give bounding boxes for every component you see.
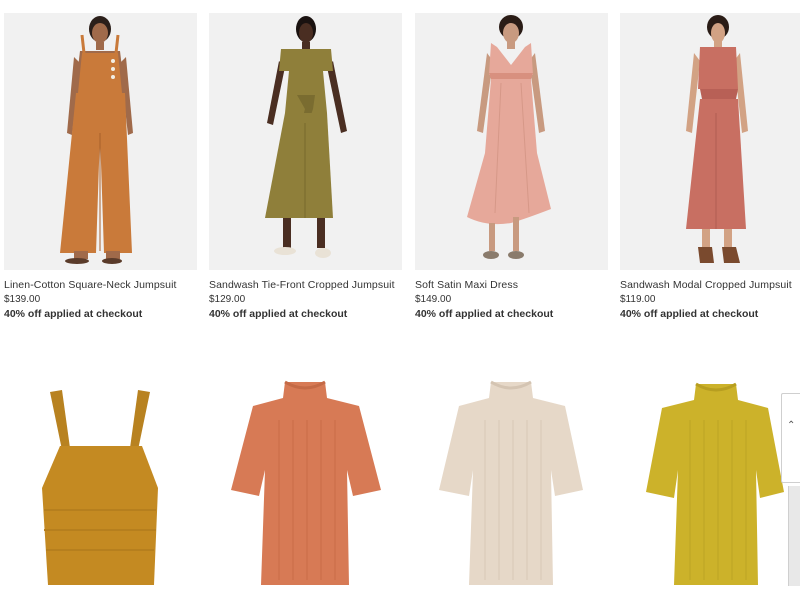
product-name[interactable]: Sandwash Tie-Front Cropped Jumpsuit [209,279,395,291]
product-image[interactable] [620,13,800,270]
promo-text: 40% off applied at checkout [415,308,554,320]
product-name[interactable]: Soft Satin Maxi Dress [415,279,518,291]
promo-text: 40% off applied at checkout [4,308,143,320]
product-price: $139.00 [4,294,41,305]
product-image[interactable] [415,13,608,270]
product-image[interactable] [415,360,608,600]
product-grid: Linen-Cotton Square-Neck Jumpsuit $139.0… [0,0,800,607]
product-image[interactable] [4,360,197,600]
scrollbar[interactable] [788,486,800,586]
product-price: $129.00 [209,294,246,305]
promo-text: 40% off applied at checkout [209,308,348,320]
product-price: $149.00 [415,294,452,305]
product-price: $119.00 [620,294,656,305]
product-image[interactable] [4,13,197,270]
product-image[interactable] [209,360,402,600]
promo-text: 40% off applied at checkout [620,308,759,320]
product-image[interactable] [209,13,402,270]
product-name[interactable]: Sandwash Modal Cropped Jumpsuit [620,279,792,291]
product-image[interactable] [620,360,800,600]
chevron-up-icon: ⌃ [787,420,796,431]
product-name[interactable]: Linen-Cotton Square-Neck Jumpsuit [4,279,177,291]
side-panel-tab[interactable]: ⌃ [781,393,800,483]
